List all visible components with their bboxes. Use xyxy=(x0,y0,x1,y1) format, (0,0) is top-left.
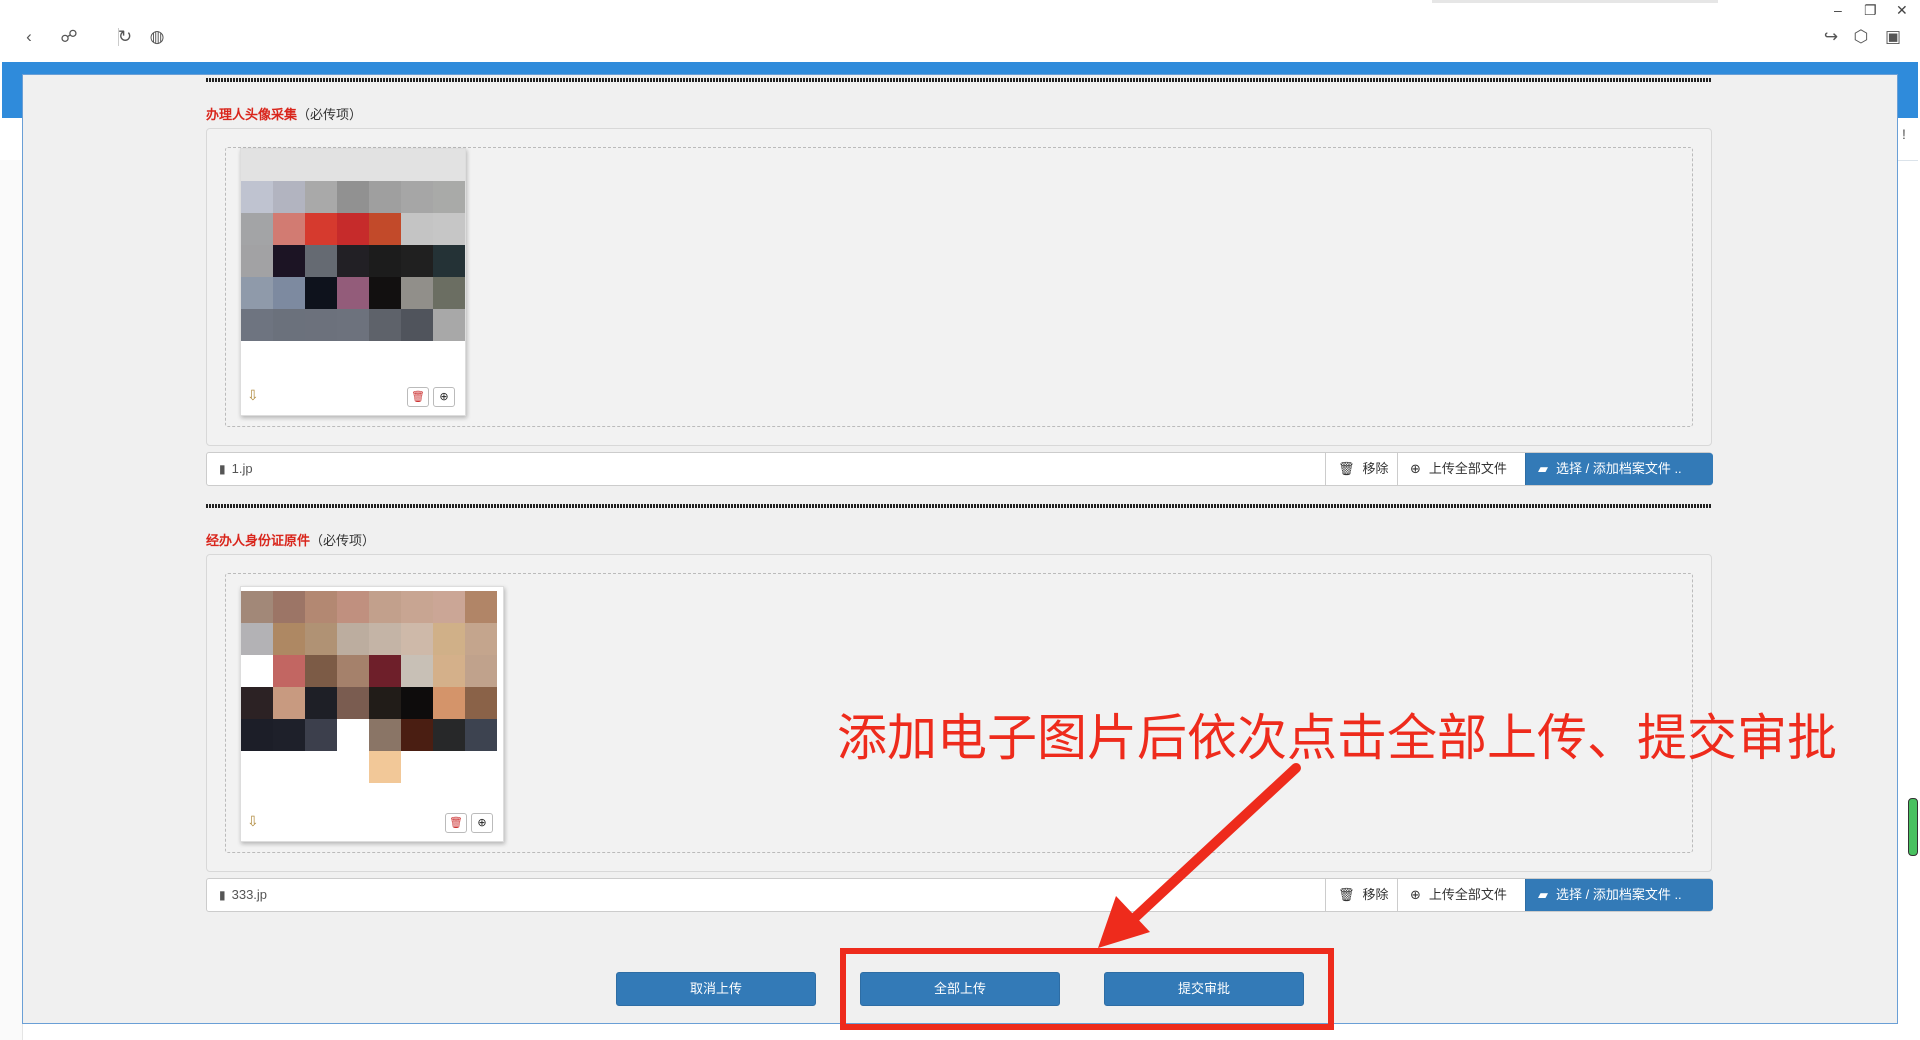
file-name: 333.jp xyxy=(231,887,268,902)
folder-open-icon: ▰ xyxy=(1538,887,1548,902)
upload-all-files-button[interactable]: ⊕ 上传全部文件 xyxy=(1397,879,1525,911)
required-note: （必传项） xyxy=(310,533,376,548)
image-thumbnail[interactable]: ⇩ 🗑 ⊕ xyxy=(240,586,504,842)
choose-file-label: 选择 / 添加档案文件 .. xyxy=(1556,461,1682,476)
page-left-column xyxy=(0,160,23,1040)
file-icon: ▮ xyxy=(219,462,226,476)
page-notice-mark: ! xyxy=(1902,126,1906,142)
file-input-bar[interactable]: ▮ 333.jp 🗑 移除 ⊕ 上传全部文件 ▰ 选择 / 添加档案文件 .. xyxy=(206,878,1713,912)
upload-circle-icon: ⊕ xyxy=(1410,887,1421,902)
image-thumbnail[interactable]: ⇩ 🗑 ⊕ xyxy=(240,148,466,416)
page-scrollbar[interactable] xyxy=(1908,798,1918,856)
link-icon[interactable]: ☍ xyxy=(60,28,78,46)
share-icon[interactable]: ↪ xyxy=(1822,28,1840,46)
drag-handle-icon[interactable]: ⇩ xyxy=(247,387,259,404)
minimize-button[interactable]: – xyxy=(1834,2,1842,18)
upload-all-files-label: 上传全部文件 xyxy=(1428,461,1507,476)
remove-button[interactable]: 🗑 移除 xyxy=(1325,453,1397,485)
address-bar-edge xyxy=(1432,0,1718,3)
annotation-highlight-box xyxy=(840,948,1334,1030)
required-note: （必传项） xyxy=(297,107,363,122)
file-icon: ▮ xyxy=(219,888,226,902)
browser-toolbar: ‹ ☍ ↻ ◍ – ❐ ✕ ↪ ⬡ ▣ xyxy=(0,0,1920,62)
delete-icon[interactable]: 🗑 xyxy=(407,387,429,407)
choose-file-label: 选择 / 添加档案文件 .. xyxy=(1556,887,1682,902)
extension-icon[interactable]: ⬡ xyxy=(1852,28,1870,46)
close-button[interactable]: ✕ xyxy=(1896,2,1908,19)
zoom-in-icon[interactable]: ⊕ xyxy=(433,387,455,407)
remove-button[interactable]: 🗑 移除 xyxy=(1325,879,1397,911)
drag-handle-icon[interactable]: ⇩ xyxy=(247,813,259,830)
section-title-id-card: 经办人身份证原件（必传项） xyxy=(206,530,375,549)
folder-open-icon: ▰ xyxy=(1538,461,1548,476)
trash-icon: 🗑 xyxy=(1338,461,1355,476)
delete-icon[interactable]: 🗑 xyxy=(445,813,467,833)
globe-icon[interactable]: ◍ xyxy=(148,28,166,46)
file-caption: ▮ 333.jp xyxy=(219,879,267,911)
section-title-label: 经办人身份证原件 xyxy=(206,533,311,548)
zoom-in-icon[interactable]: ⊕ xyxy=(471,813,493,833)
section-divider xyxy=(206,504,1712,508)
annotation-text: 添加电子图片后依次点击全部上传、提交审批 xyxy=(837,709,1837,767)
restore-button[interactable]: ❐ xyxy=(1864,2,1877,19)
section-title-label: 办理人头像采集 xyxy=(206,107,298,122)
choose-file-button[interactable]: ▰ 选择 / 添加档案文件 .. xyxy=(1525,879,1713,911)
image-preview xyxy=(241,591,497,783)
file-input-bar[interactable]: ▮ 1.jp 🗑 移除 ⊕ 上传全部文件 ▰ 选择 / 添加档案文件 .. xyxy=(206,452,1713,486)
sidebar-icon[interactable]: ▣ xyxy=(1884,28,1902,46)
upload-all-files-button[interactable]: ⊕ 上传全部文件 xyxy=(1397,453,1525,485)
dropzone[interactable]: ⇩ 🗑 ⊕ xyxy=(225,147,1693,427)
upload-circle-icon: ⊕ xyxy=(1410,461,1421,476)
back-icon[interactable]: ‹ xyxy=(20,28,38,46)
section-title-photo: 办理人头像采集（必传项） xyxy=(206,104,362,123)
section-divider xyxy=(206,78,1712,82)
cancel-upload-button[interactable]: 取消上传 xyxy=(616,972,816,1006)
upload-all-files-label: 上传全部文件 xyxy=(1428,887,1507,902)
remove-label: 移除 xyxy=(1362,887,1389,902)
choose-file-button[interactable]: ▰ 选择 / 添加档案文件 .. xyxy=(1525,453,1713,485)
image-preview xyxy=(241,149,465,341)
remove-label: 移除 xyxy=(1362,461,1389,476)
file-caption: ▮ 1.jp xyxy=(219,453,253,485)
preview-panel-photo: ⇩ 🗑 ⊕ xyxy=(206,128,1712,446)
file-name: 1.jp xyxy=(231,461,253,476)
trash-icon: 🗑 xyxy=(1338,887,1355,902)
refresh-icon[interactable]: ↻ xyxy=(116,28,134,46)
